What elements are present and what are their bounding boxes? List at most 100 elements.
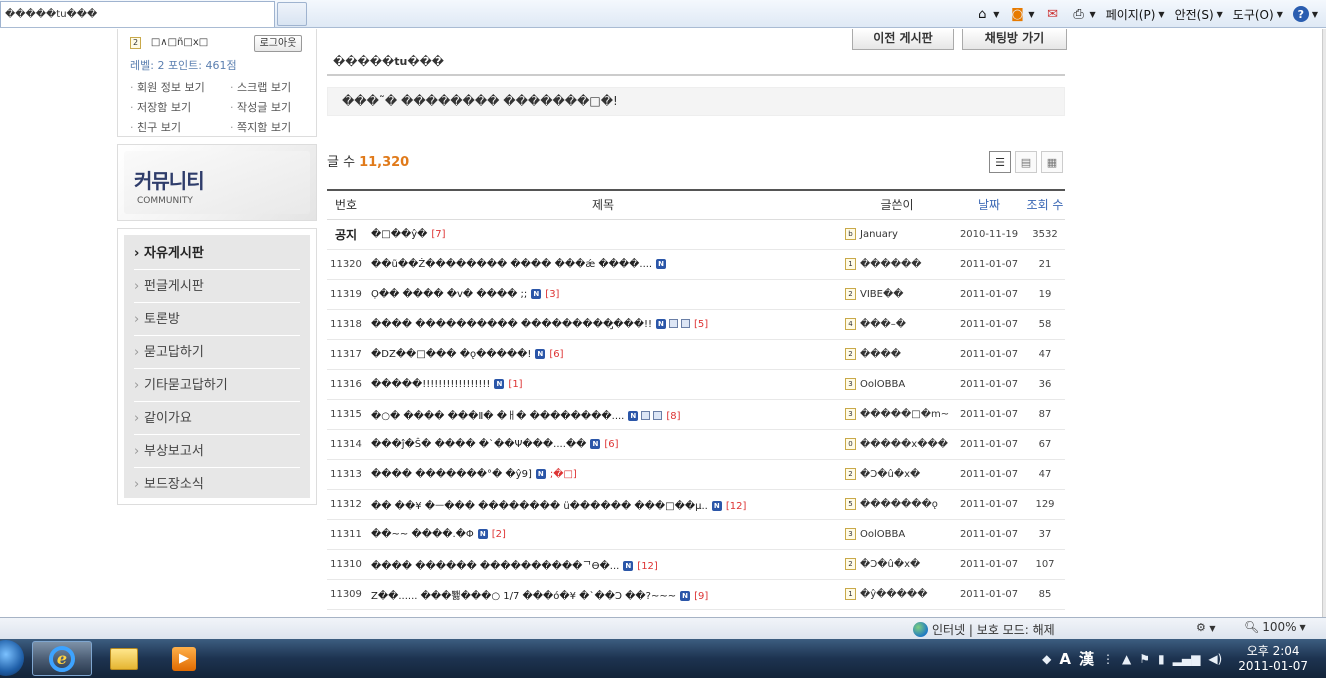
- start-button[interactable]: [0, 640, 24, 676]
- table-row[interactable]: 11319 Ọ�� ���� �v� ���� ;; N [3] 2 VIBE�� 2011…: [327, 279, 1065, 310]
- row-title-cell[interactable]: ���� ������ ����������ᄀϴ�... N [12]: [365, 549, 841, 580]
- protected-mode-button[interactable]: ⚙ ▼: [1196, 621, 1216, 634]
- row-author-cell[interactable]: 3 OolOBBA: [841, 519, 953, 550]
- row-title[interactable]: ���� ������ ����������ᄀϴ�...: [371, 561, 619, 572]
- browser-tab[interactable]: �����tu���: [0, 1, 275, 27]
- row-author[interactable]: ������: [860, 259, 922, 270]
- my-posts-link[interactable]: 작성글 보기: [230, 99, 320, 115]
- table-row[interactable]: 11313 ���� �������°� �ŷ9] N ;�□] 2 �Ͻ�û�x� 201…: [327, 459, 1065, 490]
- show-hidden-icons[interactable]: ▲: [1122, 652, 1131, 666]
- taskbar-explorer-button[interactable]: [94, 641, 154, 676]
- friends-link[interactable]: 친구 보기: [130, 119, 230, 135]
- ime-a-toggle[interactable]: A: [1059, 650, 1071, 668]
- table-row[interactable]: 11309 Z��...... ���뾇���○ 1/7 ���ó�¥ �ˋ��Ͻ…: [327, 579, 1065, 610]
- row-author[interactable]: January: [860, 229, 898, 240]
- gallery-view-button[interactable]: ▦: [1041, 151, 1063, 173]
- row-title[interactable]: ���� ���������� ���������̡���!!: [371, 319, 652, 330]
- community-banner[interactable]: 커뮤니티 COMMUNITY: [117, 144, 317, 221]
- row-author-cell[interactable]: 2 �Ͻ�û�x�: [841, 549, 953, 580]
- comment-count[interactable]: [2]: [492, 529, 506, 540]
- row-author[interactable]: �ŷ�����: [860, 589, 927, 600]
- row-title[interactable]: Z��...... ���뾇���○ 1/7 ���ó�¥ �ˋ��Ͻ ��?~…: [371, 591, 676, 602]
- usb-device-icon[interactable]: ▮: [1158, 652, 1165, 666]
- table-row[interactable]: 11316 �����!!!!!!!!!!!!!!!!! N [1] 3 OolOBBA 2…: [327, 369, 1065, 400]
- comment-count[interactable]: [6]: [604, 439, 618, 450]
- table-row[interactable]: 11320 ��ũ��Ż�������� ���� ���ǽ ����.... N 1…: [327, 249, 1065, 280]
- menu-item-resort-news[interactable]: 보드장소식: [134, 468, 300, 501]
- prev-board-button[interactable]: 이전 게시판: [852, 29, 954, 50]
- tools-menu[interactable]: 도구(O) ▼: [1229, 4, 1287, 25]
- saved-link[interactable]: 저장함 보기: [130, 99, 230, 115]
- row-title[interactable]: �□��ŷ�: [371, 229, 427, 240]
- flag-icon[interactable]: ⚑: [1139, 652, 1150, 666]
- taskbar-media-button[interactable]: ▶: [154, 641, 214, 676]
- row-author-cell[interactable]: 5 �������ǫ: [841, 489, 953, 520]
- row-author-cell[interactable]: 1 ������: [841, 249, 953, 280]
- row-title-cell[interactable]: �○� ���� ���Ⅱ� �ㅐ� ��������.... N [8]: [365, 399, 841, 430]
- taskbar-ie-button[interactable]: e: [32, 641, 92, 676]
- row-title-cell[interactable]: ���ĵ�Ŝ� ���� �ˋ��Ψ���....�� N [6]: [365, 429, 841, 460]
- row-author-cell[interactable]: 1 �ŷ�����: [841, 579, 953, 610]
- row-author[interactable]: �Ͻ�û�x�: [860, 469, 920, 480]
- row-author[interactable]: �����x���: [860, 439, 948, 450]
- row-author[interactable]: OolOBBA: [860, 529, 905, 540]
- row-title-cell[interactable]: Ọ�� ���� �v� ���� ;; N [3]: [365, 279, 841, 310]
- row-author[interactable]: �����□�m~: [860, 409, 949, 420]
- member-info-link[interactable]: 회원 정보 보기: [130, 79, 230, 95]
- list-view-button[interactable]: ☰: [989, 151, 1011, 173]
- messages-link[interactable]: 쪽지함 보기: [230, 119, 320, 135]
- menu-item-other-qna[interactable]: 기타묻고답하기: [134, 369, 300, 402]
- comment-count[interactable]: [12]: [637, 561, 658, 572]
- row-title-cell[interactable]: �DZ��□��� �ǫ�����! N [6]: [365, 339, 841, 370]
- page-menu[interactable]: 페이지(P) ▼: [1102, 4, 1169, 25]
- home-button[interactable]: ⌂ ▼: [970, 4, 1003, 24]
- menu-item-free-board[interactable]: 자유게시판: [134, 237, 300, 270]
- row-title-cell[interactable]: ��~~ ����.�Φ N [2]: [365, 519, 841, 550]
- ime-hanja-toggle[interactable]: 漢: [1079, 648, 1094, 669]
- row-author[interactable]: ����: [860, 349, 901, 360]
- ime-options-icon[interactable]: ⋮: [1102, 652, 1114, 666]
- comment-count[interactable]: [12]: [726, 501, 747, 512]
- row-author-cell[interactable]: b January: [841, 219, 953, 250]
- help-button[interactable]: ? ▼: [1289, 4, 1322, 24]
- table-row[interactable]: 11310 ���� ������ ����������ᄀϴ�... N [12] 2 �…: [327, 549, 1065, 580]
- row-author-cell[interactable]: 2 VIBE��: [841, 279, 953, 310]
- row-author[interactable]: VIBE��: [860, 289, 903, 300]
- row-title[interactable]: Ọ�� ���� �v� ���� ;;: [371, 289, 527, 300]
- page-scrollbar[interactable]: [1322, 29, 1326, 617]
- comment-count[interactable]: [1]: [508, 379, 522, 390]
- row-author-cell[interactable]: 3 OolOBBA: [841, 369, 953, 400]
- table-row[interactable]: 11312 �� ��¥ �ᅳ��� �������� ü������ ���□�…: [327, 489, 1065, 520]
- logout-button[interactable]: 로그아웃: [254, 35, 302, 52]
- security-zone[interactable]: 인터넷 | 보호 모드: 해제: [913, 621, 1055, 638]
- menu-item-discussion[interactable]: 토론방: [134, 303, 300, 336]
- row-title[interactable]: �����!!!!!!!!!!!!!!!!!: [371, 379, 490, 390]
- mail-button[interactable]: ✉: [1041, 4, 1065, 24]
- row-title-cell[interactable]: ���� ���������� ���������̡���!! N [5]: [365, 309, 841, 340]
- comment-count[interactable]: [3]: [545, 289, 559, 300]
- new-tab-button[interactable]: [277, 2, 307, 26]
- row-author[interactable]: OolOBBA: [860, 379, 905, 390]
- row-title-cell[interactable]: ��ũ��Ż�������� ���� ���ǽ ����.... N: [365, 249, 841, 280]
- row-title[interactable]: �� ��¥ �ᅳ��� �������� ü������ ���□��µ..: [371, 501, 708, 512]
- table-row[interactable]: 11318 ���� ���������� ���������̡���!! N [5]…: [327, 309, 1065, 340]
- ime-settings-icon[interactable]: ◆: [1042, 652, 1051, 666]
- table-row[interactable]: 11311 ��~~ ����.�Φ N [2] 3 OolOBBA 2011-01-07 3…: [327, 519, 1065, 550]
- board-title-tab[interactable]: �����tu���: [327, 54, 448, 76]
- row-title-cell[interactable]: �� ��¥ �ᅳ��� �������� ü������ ���□��µ.. N…: [365, 489, 841, 520]
- row-title-cell[interactable]: ���� �������°� �ŷ9] N ;�□]: [365, 459, 841, 490]
- row-title[interactable]: �○� ���� ���Ⅱ� �ㅐ� ��������....: [371, 411, 624, 422]
- scrap-link[interactable]: 스크랩 보기: [230, 79, 320, 95]
- comment-count[interactable]: [5]: [694, 319, 708, 330]
- row-title-cell[interactable]: �□��ŷ� [7]: [365, 219, 841, 250]
- feeds-button[interactable]: ◙ ▼: [1005, 4, 1038, 24]
- comment-count[interactable]: [7]: [431, 229, 445, 240]
- row-title[interactable]: ���� �������°� �ŷ9]: [371, 469, 532, 480]
- row-author-cell[interactable]: 2 ����: [841, 339, 953, 370]
- row-title[interactable]: �DZ��□��� �ǫ�����!: [371, 349, 531, 360]
- network-icon[interactable]: ▂▄▆: [1173, 652, 1201, 666]
- menu-item-go-together[interactable]: 같이가요: [134, 402, 300, 435]
- row-author-cell[interactable]: 0 �����x���: [841, 429, 953, 460]
- row-title-cell[interactable]: �����!!!!!!!!!!!!!!!!! N [1]: [365, 369, 841, 400]
- row-title[interactable]: ��ũ��Ż�������� ���� ���ǽ ����....: [371, 259, 652, 270]
